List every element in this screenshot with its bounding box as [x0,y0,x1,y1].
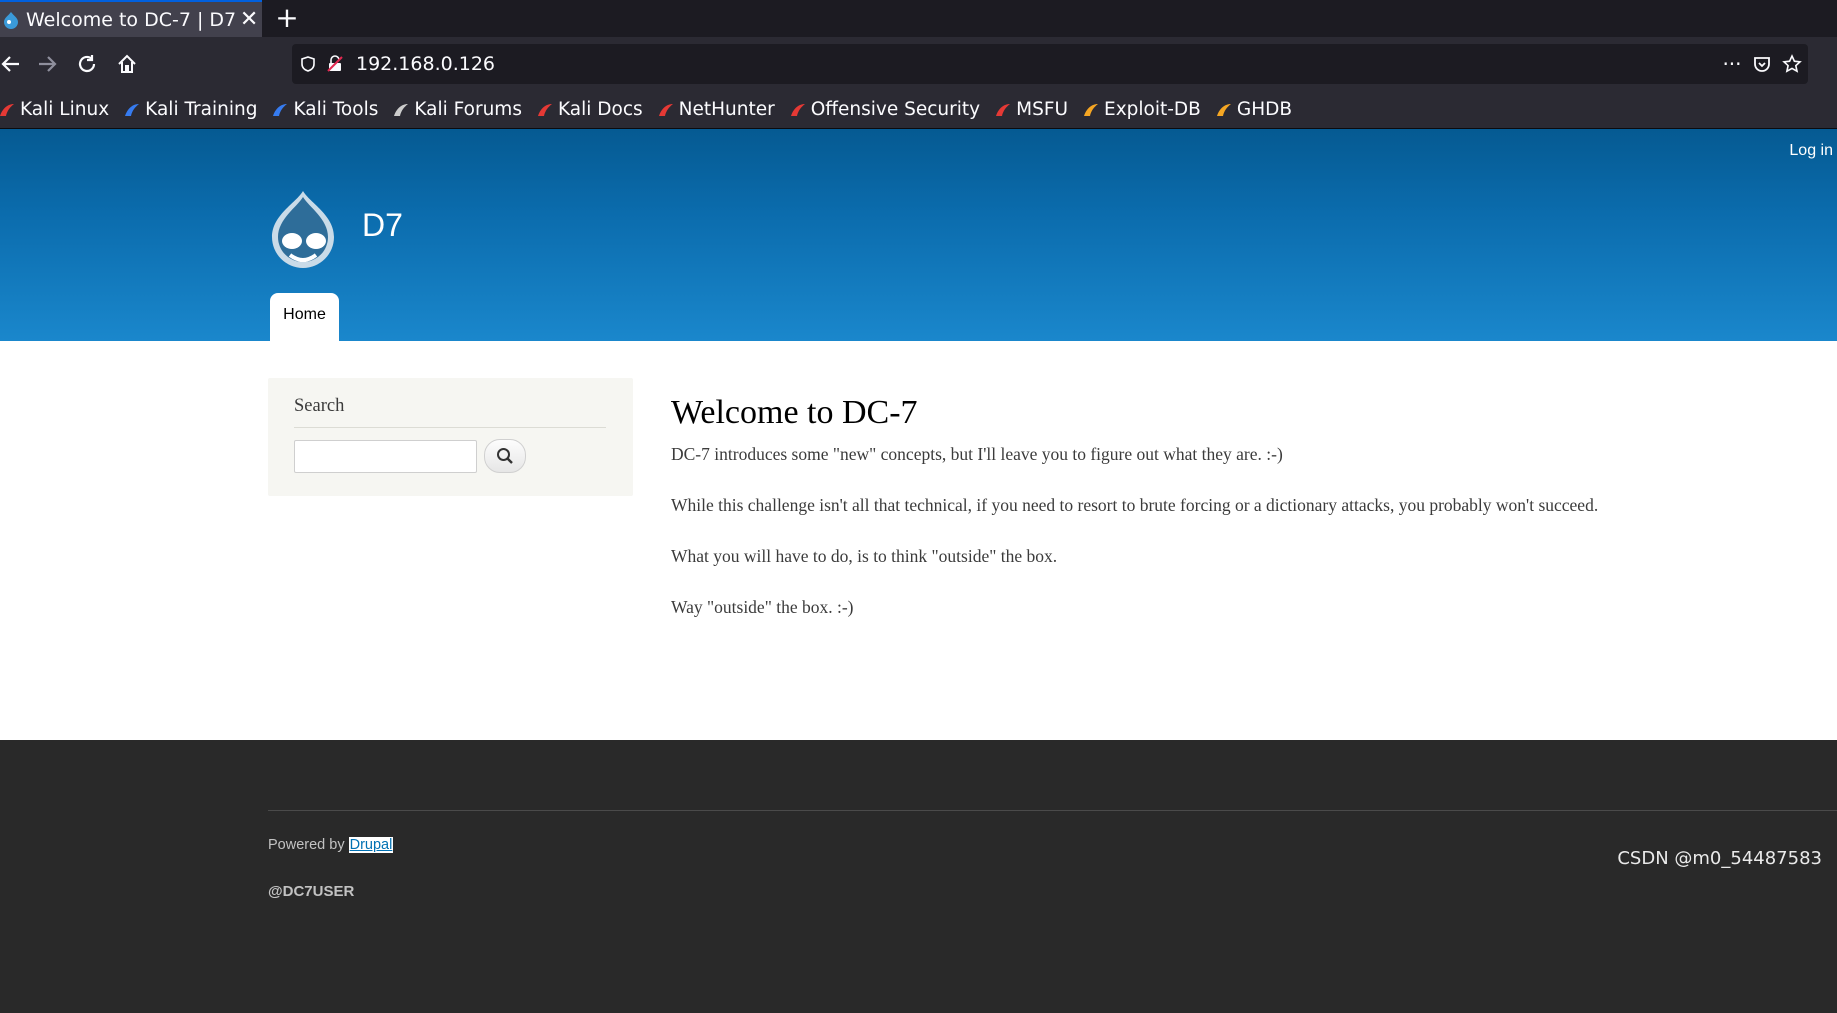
url-bar[interactable]: 192.168.0.126 ··· [292,44,1808,84]
bookmark-favicon-icon [1082,101,1100,119]
bookmark-favicon-icon [536,101,554,119]
new-tab-button[interactable]: + [270,0,304,37]
home-icon [118,54,136,73]
bookmark-label: Kali Docs [557,99,643,120]
bookmark-item[interactable]: GHDB [1215,99,1292,120]
site-footer: Powered by Drupal @DC7USER [0,740,1837,1013]
tracking-shield-icon[interactable] [292,48,324,80]
bookmark-item[interactable]: MSFU [994,99,1068,120]
search-icon [497,448,513,464]
bookmarks-toolbar: Kali Linux Kali Training Kali Tools Kali Fo… [0,91,1837,129]
bookmark-item[interactable]: Kali Docs [536,99,643,120]
bookmark-favicon-icon [123,101,141,119]
powered-by-text: Powered by Drupal [268,837,394,853]
bookmark-favicon-icon [1215,101,1233,119]
bookmark-item[interactable]: NetHunter [657,99,775,120]
bookmark-label: Kali Training [145,99,258,120]
content-paragraph: While this challenge isn't all that tech… [671,495,1599,515]
tab-title: Welcome to DC-7 | D7 [26,8,237,31]
bookmark-label: Kali Linux [20,99,110,120]
bookmark-favicon-icon [0,101,16,119]
tab-strip: Welcome to DC-7 | D7 ✕ + [0,0,1837,37]
footer-divider [268,810,1837,811]
reload-button[interactable] [68,45,106,83]
bookmark-label: GHDB [1236,99,1293,120]
bookmark-favicon-icon [994,101,1012,119]
bookmark-item[interactable]: Kali Linux [0,99,109,120]
main-content: Welcome to DC-7 DC-7 introduces some "ne… [671,394,1771,646]
bookmark-label: Exploit-DB [1104,99,1201,120]
home-button[interactable] [108,45,146,83]
bookmark-favicon-icon [789,101,807,119]
search-button[interactable] [484,439,526,473]
navigation-toolbar: 192.168.0.126 ··· [0,37,1837,91]
footer-user-text: @DC7USER [268,883,355,900]
bookmark-favicon-icon [392,101,410,119]
tab-close-icon[interactable]: ✕ [236,7,262,32]
page-viewport: Log in D7 Home Search Welcome to DC-7 DC… [0,129,1837,1013]
content-paragraph: What you will have to do, is to think "o… [671,546,1058,566]
bookmark-favicon-icon [271,101,289,119]
forward-button[interactable] [28,45,66,83]
site-name[interactable]: D7 [362,207,403,244]
log-in-link[interactable]: Log in [1789,142,1833,160]
drupal-logo-icon[interactable] [266,189,340,271]
drupal-link[interactable]: Drupal [348,837,394,853]
content-paragraph: Way "outside" the box. :-) [671,597,854,617]
bookmark-label: Kali Forums [414,99,522,120]
forward-arrow-icon [39,56,57,72]
nav-tab-home[interactable]: Home [270,293,339,341]
insecure-lock-icon[interactable] [324,48,346,80]
browser-tab-active[interactable]: Welcome to DC-7 | D7 ✕ [0,0,262,37]
site-header: Log in D7 Home [0,129,1837,341]
page-title: Welcome to DC-7 [671,394,918,431]
bookmark-item[interactable]: Exploit-DB [1082,99,1201,120]
search-input[interactable] [294,440,477,473]
watermark: CSDN @m0_54487583 [1617,848,1822,869]
drupal-favicon-icon [2,11,20,29]
bookmark-item[interactable]: Offensive Security [789,99,980,120]
url-text: 192.168.0.126 [356,53,496,75]
search-block: Search [268,378,633,496]
bookmark-item[interactable]: Kali Tools [271,99,378,120]
reload-icon [78,55,96,73]
bookmark-label: NetHunter [678,99,775,120]
back-button[interactable] [0,45,30,83]
bookmark-label: Offensive Security [810,99,981,120]
powered-by-label: Powered by [268,837,345,853]
bookmark-item[interactable]: Kali Forums [392,99,522,120]
bookmark-favicon-icon [657,101,675,119]
bookmark-item[interactable]: Kali Training [123,99,257,120]
content-paragraph: DC-7 introduces some "new" concepts, but… [671,444,1283,464]
search-heading: Search [294,396,345,416]
bookmark-star-icon[interactable] [1774,44,1810,84]
divider [294,427,606,428]
bookmark-label: MSFU [1016,99,1068,120]
bookmark-label: Kali Tools [293,99,379,120]
back-arrow-icon [1,56,19,72]
